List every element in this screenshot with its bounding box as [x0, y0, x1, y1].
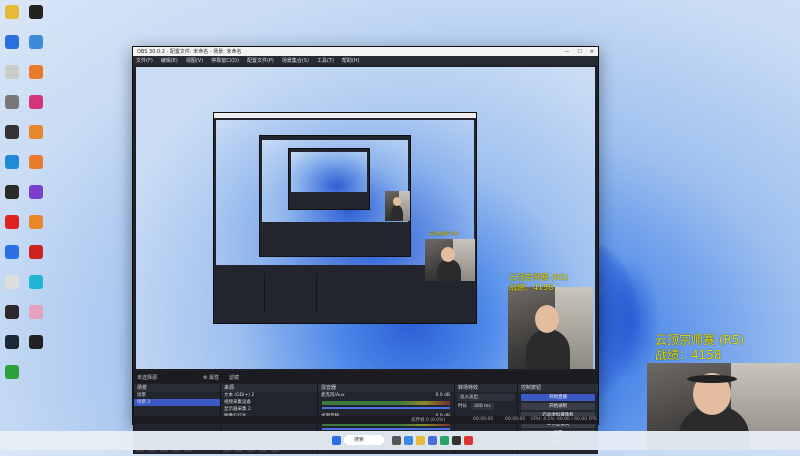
nvidia2-icon[interactable] — [5, 305, 19, 319]
minimize-button[interactable]: — — [564, 49, 569, 55]
dropped-frames: 丢弃帧 0 (0.0%) — [411, 418, 446, 423]
app-cyan-icon[interactable] — [29, 275, 43, 289]
app-orange2-icon[interactable] — [29, 125, 43, 139]
edge-icon[interactable] — [440, 436, 449, 445]
menu-bar: 文件(F) 编辑(E) 视图(V) 停靠窗口(D) 配置文件(P) 场景集合(S… — [133, 56, 598, 65]
app-blue2-icon[interactable] — [5, 245, 19, 259]
task-view-icon[interactable] — [392, 436, 401, 445]
app-purple-icon[interactable] — [29, 185, 43, 199]
volume-meter — [322, 401, 450, 405]
sources-title: 来源 — [221, 384, 317, 392]
edge-icon[interactable] — [5, 155, 19, 169]
folder-icon[interactable] — [5, 5, 19, 19]
source-toolbar: 未选择源 ⚙ 属性 滤镜 — [133, 371, 598, 383]
nested-obs-window — [213, 112, 477, 324]
start-recording-button[interactable]: 开始录制 — [521, 403, 595, 410]
volume-slider[interactable] — [322, 407, 450, 409]
desktop-overlay-title: 云顶宗师赛 (R5) 战绩：4158 — [655, 333, 744, 363]
app-red-icon[interactable] — [464, 436, 473, 445]
start-streaming-button[interactable]: 开始直播 — [521, 394, 595, 401]
source-item[interactable]: 文本 (GDI+) 2 — [221, 392, 317, 399]
obs-title: OBS 30.0.2 - 配置文件: 未命名 - 场景: 未命名 — [137, 49, 242, 55]
menu-file[interactable]: 文件(F) — [136, 57, 153, 64]
taskbar-search[interactable]: 搜索 — [344, 435, 384, 445]
desktop-overlay-line1: 云顶宗师赛 (R5) — [655, 333, 745, 347]
preview-overlay-title: 云顶宗师赛 (R5) 战绩：4158 — [509, 273, 568, 293]
app-pink-icon[interactable] — [29, 95, 43, 109]
nested-overlay-title: 云顶宗师赛 (R5) — [429, 231, 459, 236]
doc-icon[interactable] — [5, 275, 19, 289]
nested-webcam-feed — [425, 239, 475, 281]
desktop-icon-column — [0, 0, 50, 430]
app-blue-icon[interactable] — [29, 35, 43, 49]
properties-button[interactable]: ⚙ 属性 — [203, 374, 219, 381]
steam-icon[interactable] — [5, 335, 19, 349]
obs2-icon[interactable] — [29, 335, 43, 349]
wechat-icon[interactable] — [5, 365, 19, 379]
rec-time: 00:00:00 — [505, 417, 526, 422]
controls-title: 控制按钮 — [518, 384, 598, 392]
source-item[interactable]: 视频采集设备 — [221, 399, 317, 406]
menu-docks[interactable]: 停靠窗口(D) — [211, 57, 239, 64]
maximize-button[interactable]: ☐ — [577, 49, 581, 55]
widgets-icon[interactable] — [404, 436, 413, 445]
menu-tools[interactable]: 工具(T) — [317, 57, 334, 64]
preview-webcam-feed — [508, 287, 593, 369]
transitions-title: 转场特效 — [455, 384, 517, 392]
preview-overlay-line2: 战绩：4158 — [509, 283, 554, 292]
mixer-channel-level: 0.0 dB — [435, 393, 450, 398]
duration-label: 时长 — [458, 404, 467, 409]
app-orange4-icon[interactable] — [29, 215, 43, 229]
no-source-label: 未选择源 — [137, 375, 158, 381]
app-gray-icon[interactable] — [5, 95, 19, 109]
app-red-icon[interactable] — [29, 245, 43, 259]
monitor-icon[interactable] — [5, 35, 19, 49]
app-dark-icon[interactable] — [5, 125, 19, 139]
menu-help[interactable]: 帮助(H) — [342, 57, 360, 64]
cpu-usage: CPU: 4.1% — [531, 417, 555, 422]
live-time: 00:00:00 — [473, 417, 494, 422]
obs-titlebar[interactable]: OBS 30.0.2 - 配置文件: 未命名 - 场景: 未命名 — ☐ ✕ — [133, 47, 598, 56]
nested-obs-window-2 — [259, 135, 411, 257]
filters-button[interactable]: 滤镜 — [229, 374, 239, 381]
menu-scene-collection[interactable]: 场景集合(S) — [282, 57, 309, 64]
obs-taskbar-icon[interactable] — [452, 436, 461, 445]
netease-icon[interactable] — [5, 215, 19, 229]
preview-overlay-line1: 云顶宗师赛 (R5) — [509, 273, 569, 282]
taskbar: 搜索 — [0, 431, 800, 450]
source-item[interactable]: 显示器采集 2 — [221, 406, 317, 413]
windows-start-icon[interactable] — [332, 436, 341, 445]
app-orange-icon[interactable] — [29, 65, 43, 79]
mixer-channel-name: 麦克风/Aux — [321, 393, 345, 398]
desktop-overlay-line2: 战绩：4158 — [655, 348, 722, 362]
volume-slider[interactable] — [322, 428, 450, 430]
close-button[interactable]: ✕ — [590, 49, 594, 55]
duration-input[interactable]: 300 ms — [471, 403, 494, 410]
mixer-title: 混音器 — [318, 384, 454, 392]
scene-item-selected[interactable]: 场景 2 — [134, 399, 220, 406]
status-bar: 丢弃帧 0 (0.0%) 00:00:00 00:00:00 CPU: 4.1%… — [133, 416, 598, 424]
app-anime-icon[interactable] — [29, 305, 43, 319]
menu-profile[interactable]: 配置文件(P) — [247, 57, 274, 64]
app-orange3-icon[interactable] — [29, 155, 43, 169]
menu-edit[interactable]: 编辑(E) — [161, 57, 178, 64]
store-icon[interactable] — [428, 436, 437, 445]
preview-canvas[interactable]: 云顶宗师赛 (R5) 云顶宗师赛 (R5) 战绩：4158 — [136, 67, 595, 369]
scenes-title: 场景 — [134, 384, 220, 392]
scene-item[interactable]: 场景 — [134, 392, 220, 399]
obs-icon[interactable] — [29, 5, 43, 19]
fps-readout: 60.00 / 60.00 FPS — [557, 417, 597, 422]
transition-select[interactable]: 淡入淡出 — [457, 394, 515, 401]
nvidia-icon[interactable] — [5, 185, 19, 199]
recycle-icon[interactable] — [5, 65, 19, 79]
explorer-icon[interactable] — [416, 436, 425, 445]
obs-window: OBS 30.0.2 - 配置文件: 未命名 - 场景: 未命名 — ☐ ✕ 文… — [132, 46, 599, 454]
menu-view[interactable]: 视图(V) — [186, 57, 203, 64]
